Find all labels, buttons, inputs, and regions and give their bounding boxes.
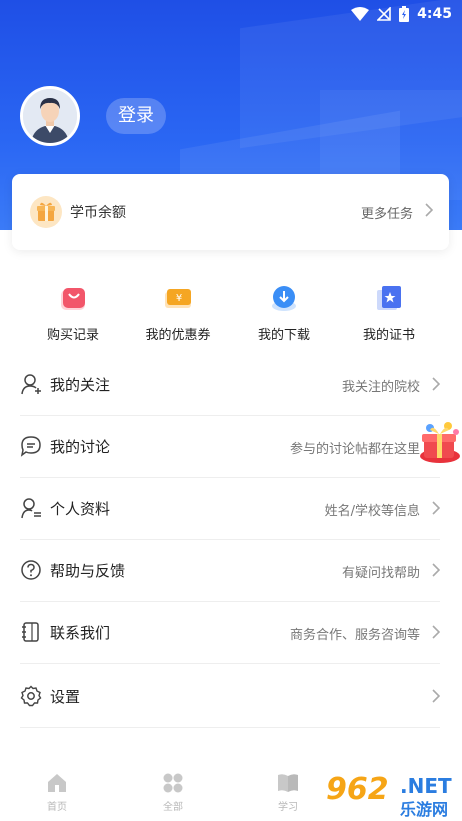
tab-label: 学习	[278, 802, 298, 813]
shopping-bag-icon	[61, 288, 85, 310]
menu-hint: 商务合作、服务咨询等	[289, 628, 420, 643]
menu-label: 我的讨论	[50, 438, 111, 456]
menu-hint: 有疑问找帮助	[341, 566, 420, 581]
menu-item-profile[interactable]: 个人资料 姓名/学校等信息	[20, 478, 440, 540]
menu-item-settings[interactable]: 设置	[20, 666, 440, 728]
grid-icon	[163, 773, 183, 793]
my-downloads-button[interactable]: 我的下载	[226, 282, 342, 343]
tab-study[interactable]: 学习	[243, 772, 333, 813]
tab-all[interactable]: 全部	[128, 772, 218, 813]
menu-label: 帮助与反馈	[50, 562, 126, 580]
coin-balance-label: 学币余额	[70, 205, 126, 221]
chevron-right-icon	[432, 563, 440, 577]
user-follow-icon	[21, 374, 41, 395]
menu-label: 设置	[50, 688, 81, 706]
tab-label: 首页	[47, 802, 67, 813]
watermark-number: 962	[326, 772, 389, 807]
svg-text:¥: ¥	[176, 293, 182, 304]
book-icon	[278, 774, 298, 792]
menu-item-contact-us[interactable]: 联系我们 商务合作、服务咨询等	[20, 602, 440, 664]
settings-gear-icon	[20, 685, 42, 707]
my-coupons-button[interactable]: ¥ 我的优惠券	[120, 282, 236, 343]
site-watermark: 962 .NET 乐游网	[322, 770, 462, 819]
chevron-right-icon	[432, 625, 440, 639]
watermark-cn: 乐游网	[400, 800, 449, 819]
avatar[interactable]	[20, 86, 80, 146]
coin-balance-card[interactable]: 学币余额 更多任务	[12, 174, 449, 250]
menu-hint: 姓名/学校等信息	[324, 504, 420, 519]
quick-action-label: 我的优惠券	[145, 328, 211, 343]
status-time: 4:45	[417, 6, 452, 22]
menu-hint: 我关注的院校	[341, 380, 420, 395]
menu-item-help-feedback[interactable]: 帮助与反馈 有疑问找帮助	[20, 540, 440, 602]
chevron-right-icon	[432, 689, 440, 703]
login-button[interactable]: 登录	[106, 98, 166, 134]
tab-home[interactable]: 首页	[12, 772, 102, 813]
menu-hint: 参与的讨论帖都在这里	[289, 442, 420, 457]
menu-label: 我的关注	[50, 376, 111, 394]
certificate-icon	[377, 286, 401, 310]
wifi-icon	[351, 7, 370, 21]
chevron-right-icon	[432, 377, 440, 391]
watermark-net: .NET	[400, 774, 452, 798]
chevron-right-icon	[432, 501, 440, 515]
quick-action-label: 我的证书	[362, 328, 415, 343]
help-icon	[21, 560, 41, 580]
menu-label: 个人资料	[50, 500, 111, 518]
profile-icon	[21, 498, 41, 519]
quick-action-label: 我的下载	[257, 328, 310, 343]
tab-label: 全部	[163, 802, 183, 813]
chevron-right-icon	[425, 203, 433, 217]
contact-book-icon	[22, 622, 39, 642]
menu-item-following[interactable]: 我的关注 我关注的院校	[20, 354, 440, 416]
menu-label: 联系我们	[50, 624, 111, 642]
quick-actions: 购买记录 ¥ 我的优惠券 我的下载 我的证书	[0, 282, 462, 352]
chat-bubble-icon	[20, 436, 41, 457]
more-tasks-link[interactable]: 更多任务	[361, 203, 413, 222]
purchase-records-button[interactable]: 购买记录	[15, 282, 131, 343]
gift-icon	[30, 196, 62, 228]
coupon-icon: ¥	[165, 289, 191, 308]
home-icon	[48, 774, 66, 792]
signal-off-icon	[377, 7, 391, 21]
floating-gift-promo-icon[interactable]	[418, 420, 462, 464]
status-bar: 4:45	[351, 4, 452, 24]
quick-action-label: 购买记录	[46, 328, 99, 343]
download-cloud-icon	[272, 286, 296, 311]
battery-charging-icon	[399, 6, 410, 22]
default-avatar-icon	[23, 89, 77, 143]
menu-item-discussions[interactable]: 我的讨论 参与的讨论帖都在这里	[20, 416, 440, 478]
my-certificates-button[interactable]: 我的证书	[331, 282, 447, 343]
